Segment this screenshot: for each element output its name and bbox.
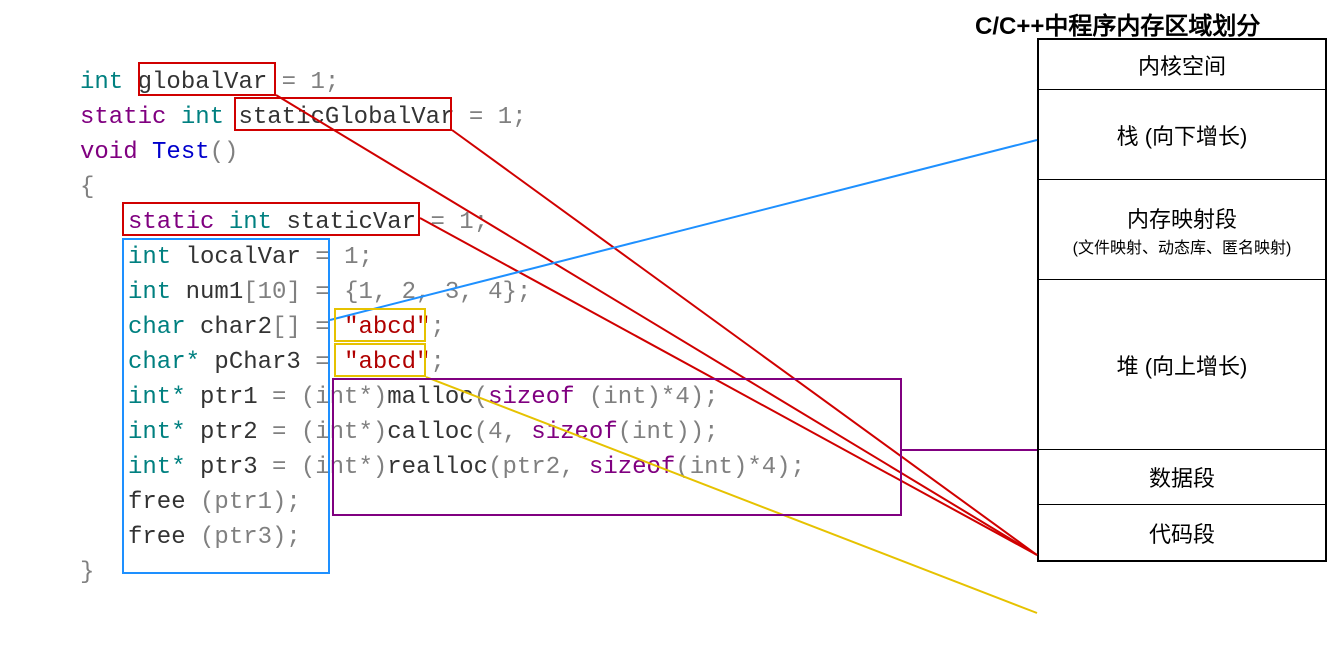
code-line-9: char* pChar3 = "abcd"; [80,345,805,380]
memory-region-1: 栈 (向下增长) [1039,90,1325,180]
code-line-15: } [80,555,805,590]
memory-region-label: 内存映射段 [1039,202,1325,234]
code-line-6: int localVar = 1; [80,240,805,275]
memory-region-label: 内核空间 [1039,49,1325,81]
memory-region-5: 代码段 [1039,505,1325,560]
code-line-14: free (ptr3); [80,520,805,555]
memory-table: 内核空间栈 (向下增长) 内存映射段(文件映射、动态库、匿名映射) 堆 (向上增长)… [1037,38,1327,562]
memory-region-0: 内核空间 [1039,40,1325,90]
memory-region-label: 堆 (向上增长) [1039,349,1325,381]
code-line-4: { [80,170,805,205]
code-line-8: char char2[] = "abcd"; [80,310,805,345]
memory-region-label: 栈 (向下增长) [1039,119,1325,151]
code-line-11: int* ptr2 = (int*)calloc(4, sizeof(int))… [80,415,805,450]
memory-region-label: 数据段 [1039,461,1325,493]
memory-region-3: 堆 (向上增长) [1039,280,1325,450]
code-line-13: free (ptr1); [80,485,805,520]
memory-title: C/C++中程序内存区域划分 [975,6,1260,41]
code-line-1: int globalVar = 1; [80,65,805,100]
memory-region-sublabel: (文件映射、动态库、匿名映射) [1039,234,1325,258]
code-line-5: static int staticVar = 1; [80,205,805,240]
code-line-3: void Test() [80,135,805,170]
code-block: int globalVar = 1; static int staticGlob… [80,65,805,590]
memory-region-4: 数据段 [1039,450,1325,505]
code-line-12: int* ptr3 = (int*)realloc(ptr2, sizeof(i… [80,450,805,485]
memory-region-2: 内存映射段(文件映射、动态库、匿名映射) [1039,180,1325,280]
memory-region-label: 代码段 [1039,517,1325,549]
code-line-10: int* ptr1 = (int*)malloc(sizeof (int)*4)… [80,380,805,415]
code-line-7: int num1[10] = {1, 2, 3, 4}; [80,275,805,310]
code-line-2: static int staticGlobalVar = 1; [80,100,805,135]
